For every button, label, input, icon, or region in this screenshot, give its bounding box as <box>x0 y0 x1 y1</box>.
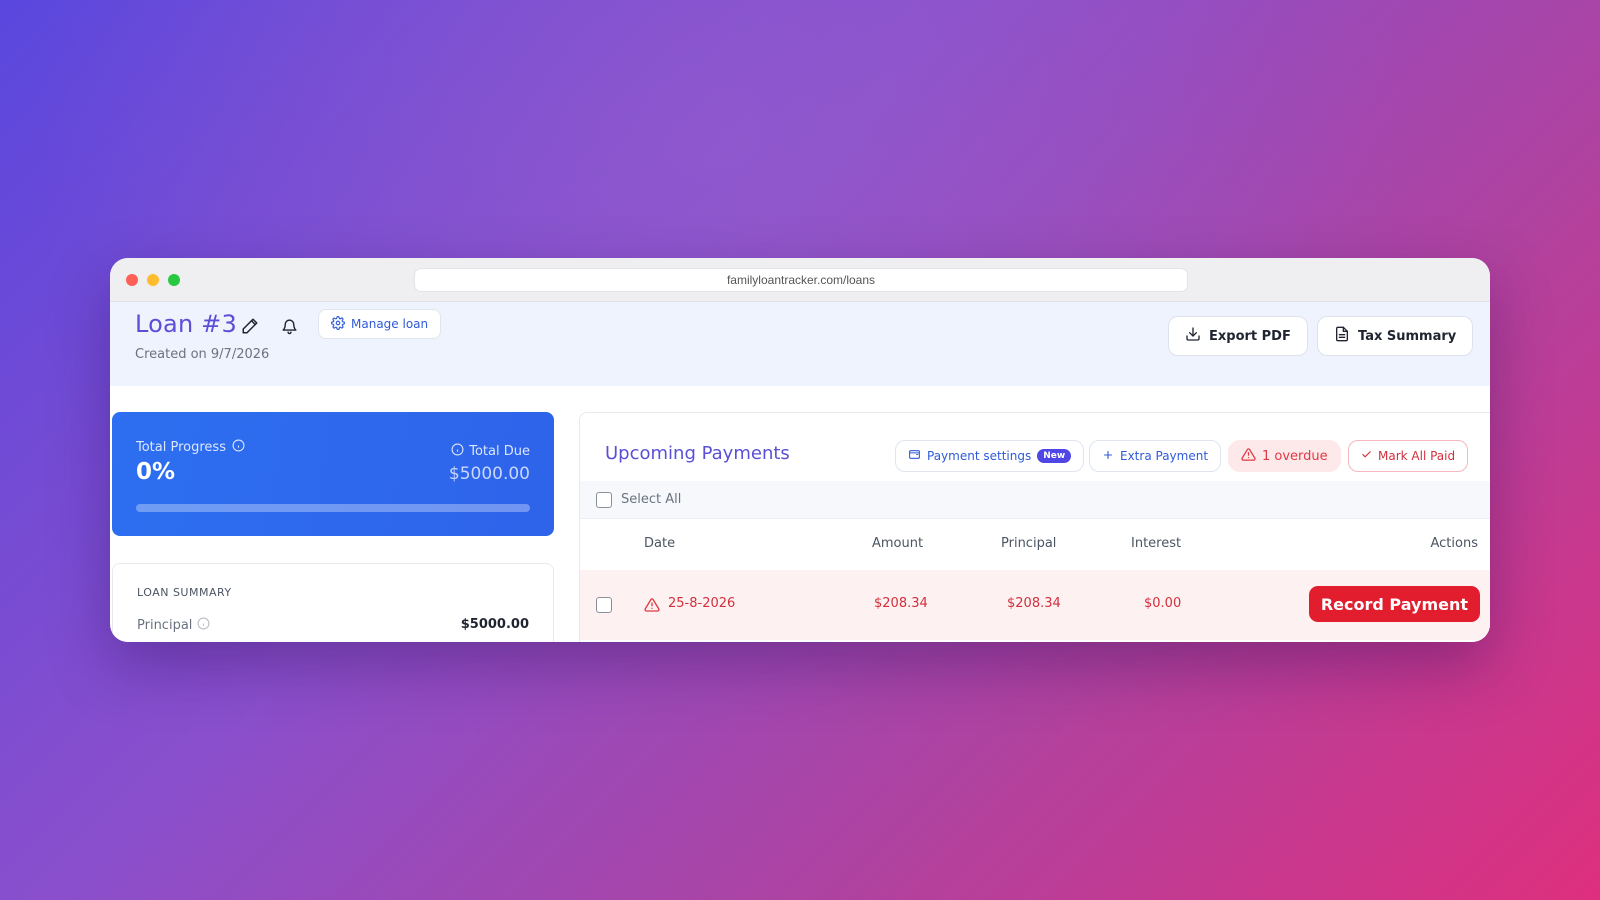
record-payment-button[interactable]: Record Payment <box>1308 586 1480 622</box>
created-date: Created on 9/7/2026 <box>135 347 270 362</box>
browser-window: familyloantracker.com/loans Loan #3 Mana… <box>110 258 1490 642</box>
payment-interest: $0.00 <box>1144 596 1182 611</box>
select-all-checkbox[interactable] <box>596 492 612 508</box>
total-progress-value: 0% <box>136 459 176 485</box>
select-all-row: Select All <box>580 481 1490 519</box>
minimize-window-button[interactable] <box>147 274 159 286</box>
mark-all-paid-button[interactable]: Mark All Paid <box>1348 440 1469 472</box>
column-header-interest[interactable]: Interest <box>1131 536 1181 551</box>
title-bar: familyloantracker.com/loans <box>110 258 1490 302</box>
tax-summary-label: Tax Summary <box>1358 328 1457 344</box>
info-icon[interactable] <box>197 617 210 634</box>
column-header-principal[interactable]: Principal <box>1001 536 1056 551</box>
column-header-date[interactable]: Date <box>644 536 675 551</box>
principal-label: Principal <box>137 618 193 633</box>
upcoming-payments-title: Upcoming Payments <box>605 443 790 464</box>
manage-loan-button[interactable]: Manage loan <box>318 309 442 339</box>
info-icon[interactable] <box>451 443 464 460</box>
payment-settings-label: Payment settings <box>927 449 1032 463</box>
manage-loan-label: Manage loan <box>351 317 429 331</box>
payment-date: 25-8-2026 <box>668 596 736 611</box>
select-all-label: Select All <box>621 492 682 507</box>
principal-label-group: Principal <box>137 617 210 634</box>
export-pdf-button[interactable]: Export PDF <box>1168 316 1308 356</box>
extra-payment-label: Extra Payment <box>1120 449 1209 463</box>
download-icon <box>1185 326 1201 346</box>
progress-card: Total Progress 0% Total Due $5000.00 <box>112 412 554 536</box>
payment-settings-button[interactable]: Payment settings New <box>895 440 1085 472</box>
tax-summary-button[interactable]: Tax Summary <box>1317 316 1474 356</box>
principal-value: $5000.00 <box>460 617 529 632</box>
address-bar[interactable]: familyloantracker.com/loans <box>414 268 1188 292</box>
mark-all-paid-label: Mark All Paid <box>1378 449 1456 463</box>
total-due-label: Total Due <box>469 444 530 459</box>
payment-principal: $208.34 <box>1007 596 1061 611</box>
edit-pencil-icon[interactable] <box>239 315 261 337</box>
column-header-actions: Actions <box>1430 536 1479 551</box>
total-due-value: $5000.00 <box>448 464 530 484</box>
overdue-label: 1 overdue <box>1262 448 1328 464</box>
new-badge: New <box>1037 449 1072 463</box>
total-due-label-group: Total Due <box>451 443 530 460</box>
window-controls <box>126 274 180 286</box>
loan-summary-title: LOAN SUMMARY <box>137 586 232 599</box>
export-pdf-label: Export PDF <box>1209 328 1291 344</box>
total-progress-label-group: Total Progress <box>136 439 245 456</box>
document-icon <box>1334 326 1350 346</box>
table-row: 25-8-2026 $208.34 $208.34 $0.00 Record P… <box>580 570 1490 640</box>
page-title: Loan #3 <box>135 310 237 338</box>
total-progress-label: Total Progress <box>136 440 226 455</box>
loan-header: Loan #3 Manage loan Created on 9/7/2026 … <box>110 302 1490 386</box>
plus-icon <box>1102 449 1114 464</box>
loan-summary-card: LOAN SUMMARY Principal $5000.00 <box>112 563 554 642</box>
upcoming-payments-card: Upcoming Payments Payment settings New E… <box>579 412 1490 642</box>
payment-amount: $208.34 <box>874 596 928 611</box>
row-checkbox[interactable] <box>596 597 612 613</box>
warning-triangle-icon <box>644 597 660 617</box>
check-icon <box>1361 449 1372 463</box>
close-window-button[interactable] <box>126 274 138 286</box>
bell-icon[interactable] <box>278 315 300 337</box>
extra-payment-button[interactable]: Extra Payment <box>1089 440 1222 472</box>
progress-bar <box>136 504 530 512</box>
overdue-filter-badge[interactable]: 1 overdue <box>1228 440 1341 472</box>
wallet-icon <box>908 448 921 464</box>
warning-triangle-icon <box>1241 447 1256 466</box>
info-icon[interactable] <box>232 439 245 456</box>
maximize-window-button[interactable] <box>168 274 180 286</box>
gear-icon <box>331 315 345 333</box>
column-header-amount[interactable]: Amount <box>872 536 923 551</box>
